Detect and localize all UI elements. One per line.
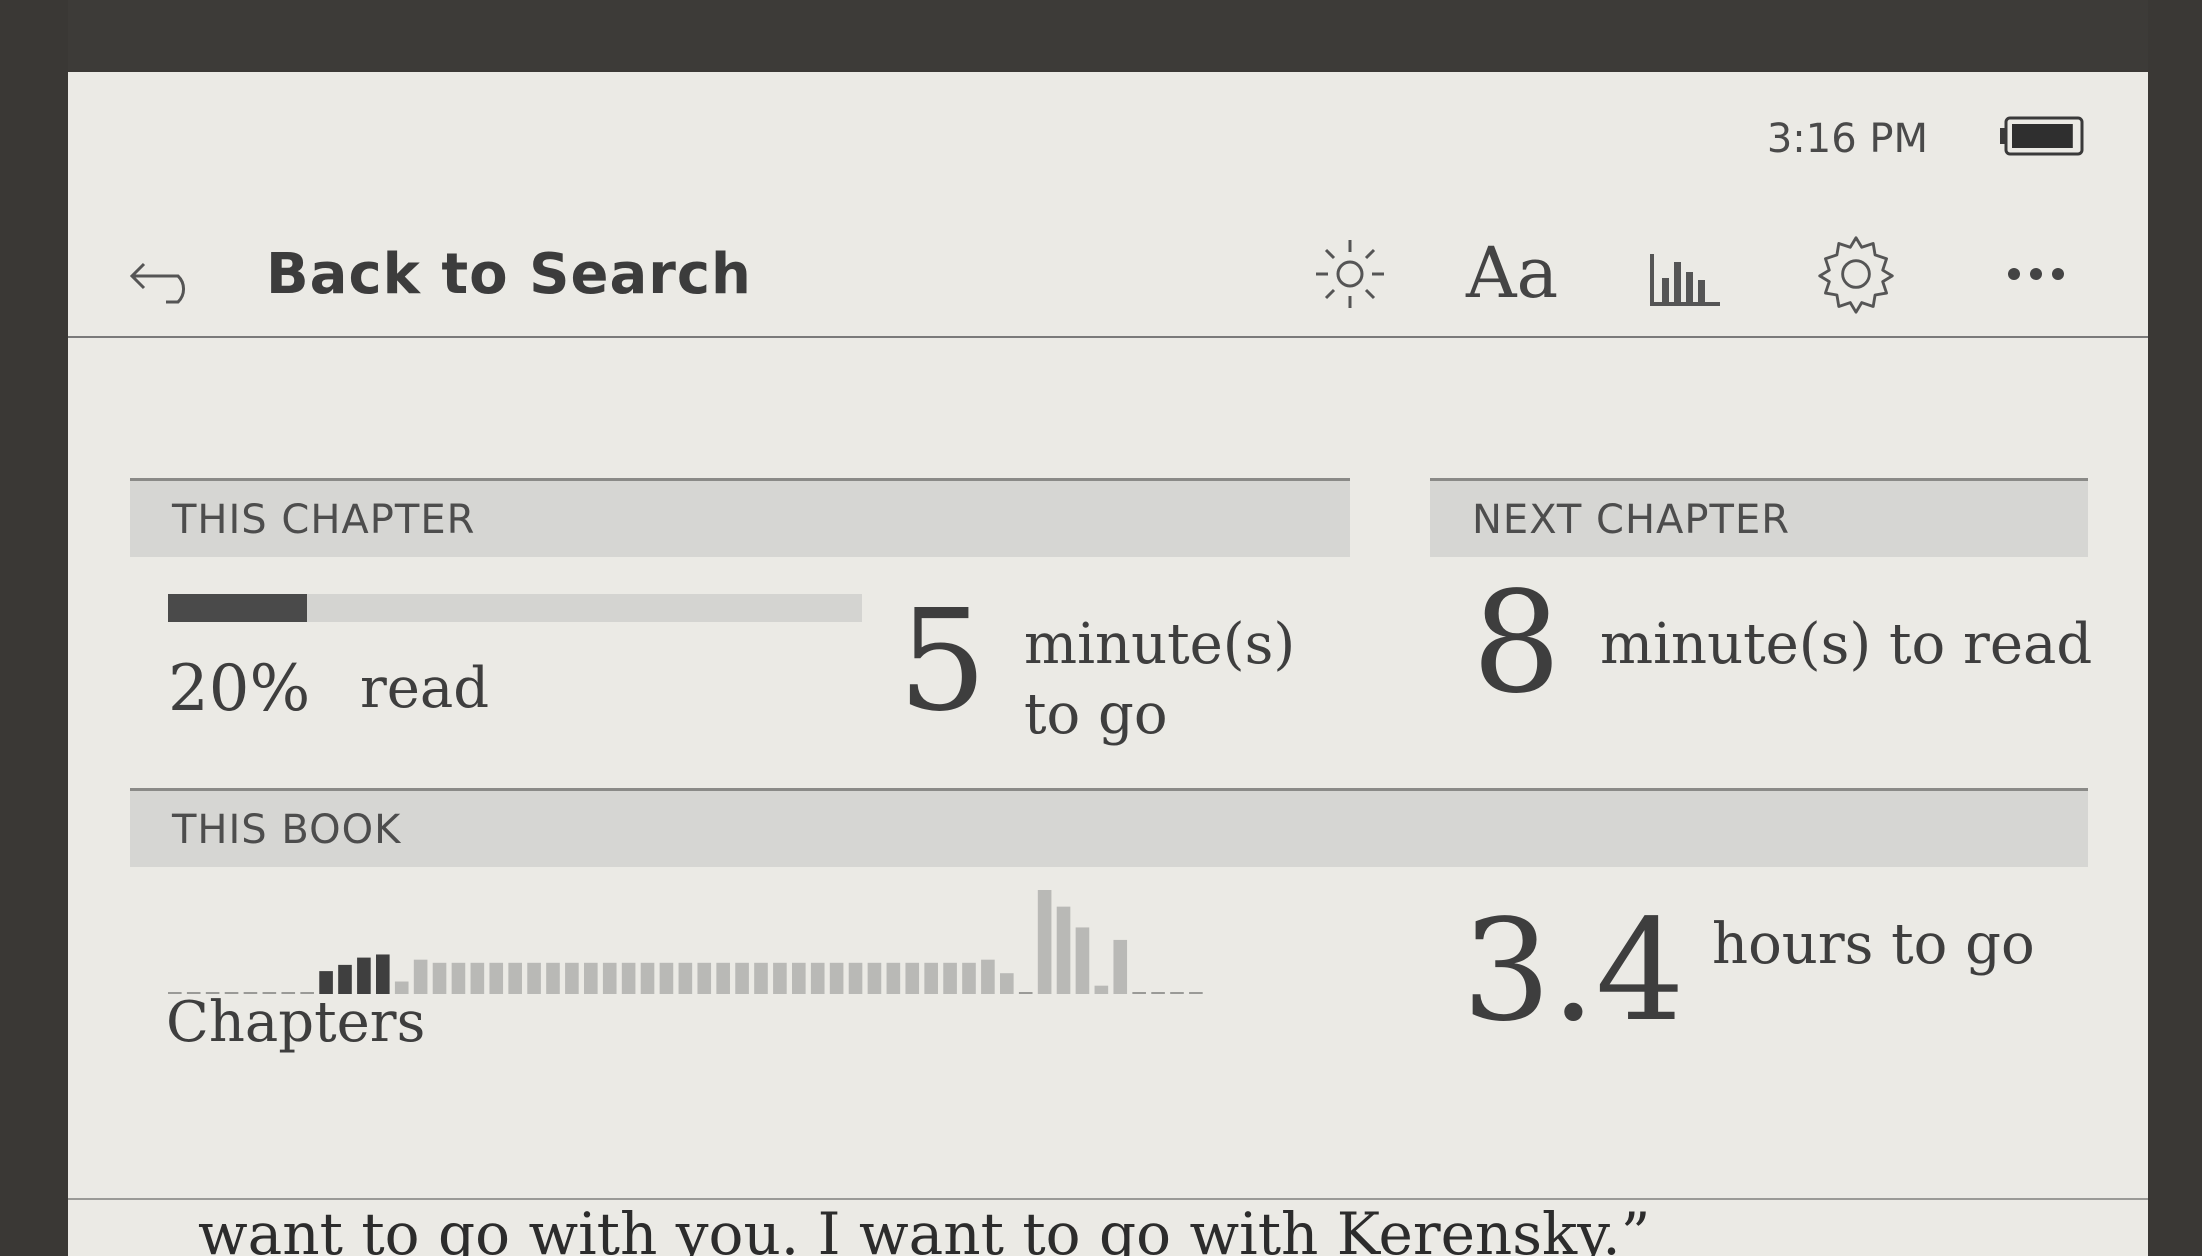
more-icon[interactable] (1996, 232, 2080, 316)
next-chapter-title: NEXT CHAPTER (1472, 497, 1791, 543)
chapter-bar (1094, 985, 1109, 994)
this-chapter-title: THIS CHAPTER (172, 497, 476, 543)
chapter-percent-read: 20% (168, 652, 311, 726)
device-bezel-left (0, 0, 68, 1256)
chapter-bar (659, 962, 674, 994)
chapter-bar (1113, 939, 1128, 994)
battery-icon (2000, 116, 2084, 156)
device-bezel-top (0, 0, 2202, 70)
book-chapters-chart (168, 890, 1203, 994)
chapter-bar (1075, 927, 1090, 994)
chapter-bar (546, 962, 560, 994)
stats-icon[interactable] (1642, 232, 1726, 316)
chapter-bar (413, 959, 428, 994)
gear-icon[interactable] (1812, 232, 1900, 316)
chapter-bar (621, 962, 636, 994)
toolbar: Back to Search Aa (68, 212, 2148, 338)
chapter-bar (792, 962, 806, 994)
chapter-bar (432, 962, 447, 994)
chapter-bar (489, 962, 504, 994)
book-hours-label: hours to go (1712, 912, 2035, 977)
chapter-minutes-label-1: minute(s) (1024, 612, 1296, 677)
chapter-bar (565, 962, 579, 994)
chapter-bar (602, 962, 617, 994)
reader-screen: 3:16 PM Back to Search Aa THIS CHAPTER 2… (68, 72, 2148, 1256)
chapter-bar (962, 962, 976, 994)
chapters-label: Chapters (166, 990, 426, 1055)
book-hours-value: 3.4 (1462, 890, 1685, 1053)
chapter-bar (754, 962, 768, 994)
next-chapter-minutes-label: minute(s) to read (1600, 612, 2093, 677)
chapter-bar (943, 962, 957, 994)
chapter-bar (1037, 890, 1052, 994)
chapter-bar (357, 957, 371, 994)
device-bezel-right (2148, 0, 2202, 1256)
chapter-bar (376, 954, 390, 994)
chapter-bar (1056, 906, 1071, 994)
chapter-progress-bar (168, 594, 862, 622)
chapter-bar (981, 959, 995, 994)
chapter-bar (773, 962, 787, 994)
chapter-progress-fill (168, 594, 307, 622)
chapter-bar (640, 962, 655, 994)
chapter-bar (829, 962, 844, 994)
back-to-search-label[interactable]: Back to Search (266, 242, 752, 307)
chapter-minutes-value: 5 (898, 580, 988, 743)
chapter-bar-empty (1151, 992, 1165, 994)
chapter-bar (905, 962, 920, 994)
chapter-bar (697, 962, 712, 994)
font-icon[interactable]: Aa (1466, 232, 1558, 314)
chapter-bar (716, 962, 730, 994)
chapter-bar (867, 962, 882, 994)
this-chapter-header: THIS CHAPTER (130, 478, 1350, 557)
chapter-bar (508, 962, 522, 994)
chapter-bar (810, 962, 825, 994)
chapter-bar (470, 962, 485, 994)
chapter-bar (678, 962, 693, 994)
this-book-title: THIS BOOK (172, 807, 402, 853)
chapter-bar (1000, 973, 1014, 994)
chapter-bar (584, 962, 598, 994)
chapter-read-label: read (360, 656, 490, 721)
chapter-bar-empty (1189, 992, 1203, 994)
chapter-bar (451, 962, 466, 994)
this-book-header: THIS BOOK (130, 788, 2088, 867)
chapter-bar (735, 962, 749, 994)
chapter-minutes-label-2: to go (1024, 682, 1168, 747)
chapter-bar-empty (1018, 992, 1033, 994)
status-time: 3:16 PM (1766, 116, 1928, 162)
chapter-bar (848, 962, 863, 994)
chapter-bar (886, 962, 901, 994)
chapter-bar (527, 962, 541, 994)
brightness-icon[interactable] (1308, 232, 1392, 316)
chapter-bar (924, 962, 938, 994)
chapter-bar-empty (1132, 992, 1146, 994)
next-chapter-header: NEXT CHAPTER (1430, 478, 2088, 557)
back-arrow-icon[interactable] (126, 240, 206, 310)
chapter-bar-empty (1170, 992, 1184, 994)
page-text: want to go with you. I want to go with K… (198, 1200, 1651, 1256)
next-chapter-minutes-value: 8 (1472, 562, 1562, 725)
